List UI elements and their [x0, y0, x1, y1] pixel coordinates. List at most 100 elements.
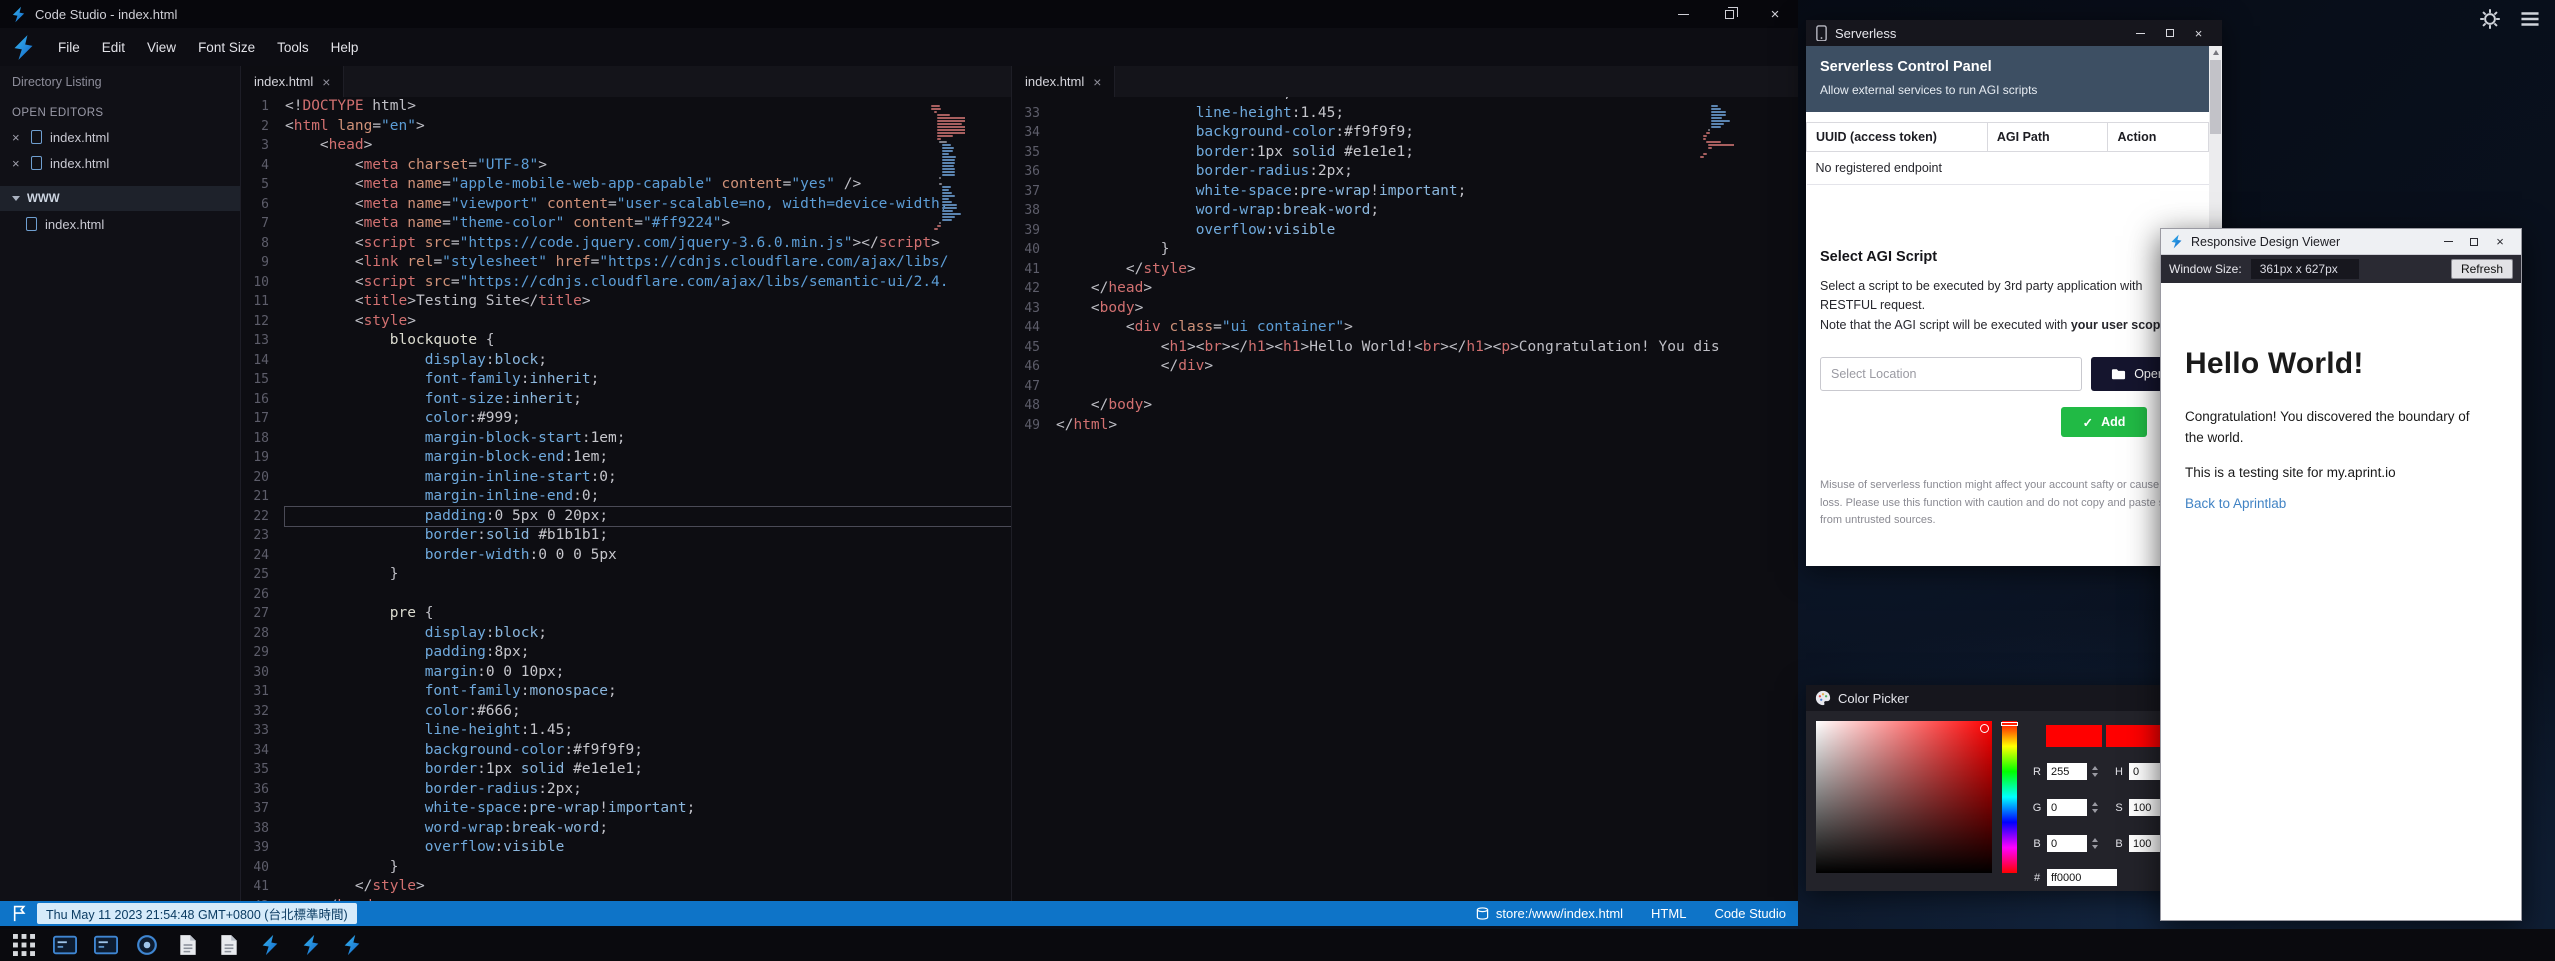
code-line[interactable]: 12 <style>	[241, 312, 1011, 332]
hue-marker[interactable]	[2001, 722, 2018, 726]
browser-icon[interactable]	[135, 934, 159, 956]
scroll-up-icon[interactable]	[2209, 46, 2222, 59]
minimize-button[interactable]	[2126, 20, 2155, 46]
status-language[interactable]: HTML	[1651, 906, 1686, 921]
minimize-button[interactable]	[2435, 230, 2461, 254]
scrollbar-thumb[interactable]	[2210, 60, 2221, 134]
code-line[interactable]: 26	[241, 585, 1011, 605]
back-link[interactable]: Back to Aprintlab	[2185, 496, 2497, 511]
minimize-button[interactable]	[1660, 0, 1706, 28]
code-line[interactable]: 44 <div class="ui container">	[1012, 318, 1798, 338]
code-line[interactable]: 27 pre {	[241, 604, 1011, 624]
close-icon[interactable]: ×	[322, 74, 330, 90]
saturation-marker[interactable]	[1980, 724, 1989, 733]
location-input[interactable]	[1820, 357, 2082, 391]
code-line[interactable]: 40 }	[1012, 240, 1798, 260]
close-button[interactable]: ×	[1752, 0, 1798, 28]
code-line[interactable]: 9 <link rel="stylesheet" href="https://c…	[241, 253, 1011, 273]
code-line[interactable]: 49</html>	[1012, 416, 1798, 436]
document-icon[interactable]	[217, 934, 241, 956]
menu-tools[interactable]: Tools	[266, 33, 320, 62]
menu-edit[interactable]: Edit	[91, 33, 136, 62]
open-editor-item[interactable]: × index.html	[0, 124, 240, 150]
code-line[interactable]: 33 line-height:1.45;	[1012, 104, 1798, 124]
red-input[interactable]	[2047, 763, 2087, 780]
code-line[interactable]: 5 <meta name="apple-mobile-web-app-capab…	[241, 175, 1011, 195]
code-line[interactable]: 34 background-color:#f9f9f9;	[241, 741, 1011, 761]
code-line[interactable]: 24 border-width:0 0 0 5px	[241, 546, 1011, 566]
window-size-input[interactable]	[2251, 259, 2359, 279]
code-line[interactable]: 41 </style>	[241, 877, 1011, 897]
menu-font-size[interactable]: Font Size	[187, 33, 266, 62]
close-icon[interactable]: ×	[12, 131, 23, 144]
code-editor[interactable]: 32 color:#666;33 line-height:1.45;34 bac…	[1012, 97, 1798, 901]
code-line[interactable]: 10 <script src="https://cdnjs.cloudflare…	[241, 273, 1011, 293]
code-studio-icon[interactable]	[340, 934, 364, 956]
code-line[interactable]: 32 color:#666;	[241, 702, 1011, 722]
code-line[interactable]: 1<!DOCTYPE html>	[241, 97, 1011, 117]
document-icon[interactable]	[176, 934, 200, 956]
flag-icon[interactable]	[12, 905, 27, 922]
status-file[interactable]: store:/www/index.html	[1476, 906, 1623, 921]
terminal-window-icon[interactable]	[53, 934, 77, 956]
restore-button[interactable]	[1706, 0, 1752, 28]
code-line[interactable]: 18 margin-block-start:1em;	[241, 429, 1011, 449]
stepper-icon[interactable]	[2092, 802, 2098, 813]
code-line[interactable]: 33 line-height:1.45;	[241, 721, 1011, 741]
code-line[interactable]: 2<html lang="en">	[241, 117, 1011, 137]
menu-view[interactable]: View	[136, 33, 187, 62]
code-line[interactable]: 17 color:#999;	[241, 409, 1011, 429]
code-line[interactable]: 39 overflow:visible	[241, 838, 1011, 858]
code-line[interactable]: 6 <meta name="viewport" content="user-sc…	[241, 195, 1011, 215]
sidebar-section-www[interactable]: WWW	[0, 186, 240, 211]
code-line[interactable]: 29 padding:8px;	[241, 643, 1011, 663]
close-button[interactable]: ×	[2184, 20, 2213, 46]
code-line[interactable]: 41 </style>	[1012, 260, 1798, 280]
code-line[interactable]: 23 border:solid #b1b1b1;	[241, 526, 1011, 546]
titlebar[interactable]: Serverless ×	[1806, 20, 2222, 46]
open-editors-label[interactable]: OPEN EDITORS	[0, 99, 240, 124]
code-line[interactable]: 35 border:1px solid #e1e1e1;	[241, 760, 1011, 780]
code-line[interactable]: 16 font-size:inherit;	[241, 390, 1011, 410]
code-line[interactable]: 45 <h1><br></h1><h1>Hello World!<br></h1…	[1012, 338, 1798, 358]
code-studio-icon[interactable]	[258, 934, 282, 956]
maximize-button[interactable]	[2155, 20, 2184, 46]
titlebar[interactable]: Code Studio - index.html ×	[0, 0, 1798, 28]
status-app[interactable]: Code Studio	[1714, 906, 1786, 921]
code-line[interactable]: 7 <meta name="theme-color" content="#ff9…	[241, 214, 1011, 234]
code-line[interactable]: 35 border:1px solid #e1e1e1;	[1012, 143, 1798, 163]
status-datetime[interactable]: Thu May 11 2023 21:54:48 GMT+0800 (台北標準時…	[37, 903, 357, 924]
code-line[interactable]: 19 margin-block-end:1em;	[241, 448, 1011, 468]
code-line[interactable]: 15 font-family:inherit;	[241, 370, 1011, 390]
code-studio-icon[interactable]	[299, 934, 323, 956]
menu-icon[interactable]	[2519, 8, 2541, 30]
add-button[interactable]: ✓ Add	[2061, 407, 2147, 437]
settings-gear-icon[interactable]	[2479, 8, 2501, 30]
close-icon[interactable]: ×	[1093, 74, 1101, 90]
blue-input[interactable]	[2047, 835, 2087, 852]
stepper-icon[interactable]	[2092, 766, 2098, 777]
code-line[interactable]: 8 <script src="https://code.jquery.com/j…	[241, 234, 1011, 254]
minimap[interactable]	[931, 105, 965, 231]
menu-help[interactable]: Help	[320, 33, 370, 62]
code-line[interactable]: 36 border-radius:2px;	[1012, 162, 1798, 182]
code-line[interactable]: 43 <body>	[1012, 299, 1798, 319]
code-line[interactable]: 14 display:block;	[241, 351, 1011, 371]
code-line[interactable]: 47	[1012, 377, 1798, 397]
code-line[interactable]: 42 </head>	[1012, 279, 1798, 299]
code-line[interactable]: 38 word-wrap:break-word;	[241, 819, 1011, 839]
code-line[interactable]: 39 overflow:visible	[1012, 221, 1798, 241]
code-editor[interactable]: 1<!DOCTYPE html>2<html lang="en">3 <head…	[241, 97, 1011, 901]
hue-slider[interactable]	[2002, 721, 2017, 873]
code-line[interactable]: 46 </div>	[1012, 357, 1798, 377]
titlebar[interactable]: Responsive Design Viewer ×	[2161, 229, 2521, 255]
terminal-window-icon[interactable]	[94, 934, 118, 956]
stepper-icon[interactable]	[2092, 838, 2098, 849]
code-line[interactable]: 30 margin:0 0 10px;	[241, 663, 1011, 683]
code-line[interactable]: 37 white-space:pre-wrap!important;	[1012, 182, 1798, 202]
code-line[interactable]: 20 margin-inline-start:0;	[241, 468, 1011, 488]
tree-item-index-html[interactable]: index.html	[0, 211, 240, 237]
code-line[interactable]: 4 <meta charset="UTF-8">	[241, 156, 1011, 176]
saturation-area[interactable]	[1816, 721, 1992, 873]
open-editor-item[interactable]: × index.html	[0, 150, 240, 176]
